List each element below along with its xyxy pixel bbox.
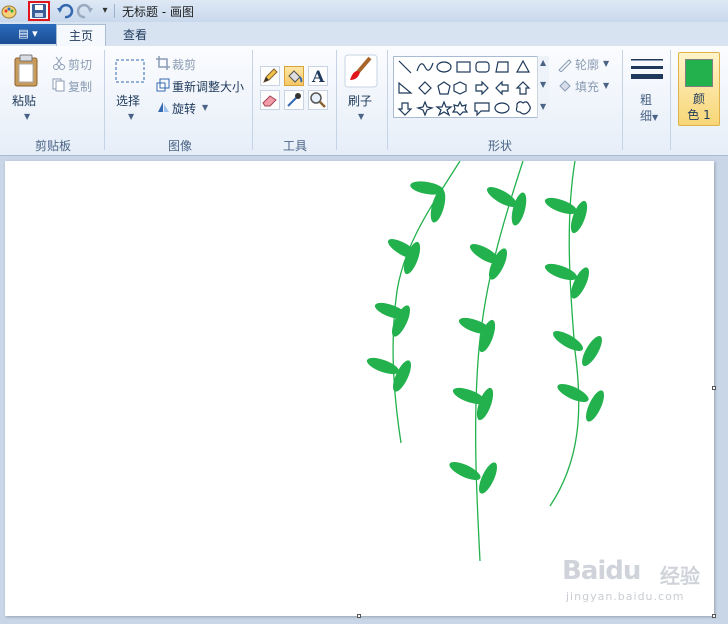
fill-dropdown-icon[interactable]: ▼ — [603, 81, 609, 90]
brush-label: 刷子 — [348, 94, 373, 108]
willow-drawing — [366, 160, 605, 562]
shapes-gallery-scrollbar[interactable]: ▲ ▼ ▼ — [537, 56, 549, 118]
willow-leaf — [557, 383, 589, 403]
group-separator — [622, 50, 623, 150]
ribbon: 粘贴 ▼ 剪切 复制 剪贴板 选择 ▼ 裁剪 重新调整大小 旋转 ▼ 图像 A … — [0, 46, 728, 156]
magnifier-tool-button[interactable] — [308, 90, 328, 110]
watermark-url: jingyan.baidu.com — [566, 590, 685, 603]
scissors-icon — [52, 56, 66, 73]
watermark-brand-cn: 经验 — [660, 564, 700, 588]
willow-leaf — [552, 331, 584, 351]
resize-handle-bottom[interactable] — [357, 614, 361, 618]
brush-icon — [344, 54, 378, 88]
crop-icon — [156, 56, 170, 73]
image-group-label: 图像 — [167, 139, 192, 153]
resize-icon — [156, 78, 170, 95]
drawing-canvas[interactable] — [5, 160, 714, 616]
fill-tool-button[interactable] — [284, 66, 304, 86]
rotate-icon — [156, 100, 170, 117]
shapes-group-label: 形状 — [487, 139, 512, 153]
rotate-button[interactable]: 旋转 — [172, 100, 196, 117]
group-separator — [670, 50, 671, 150]
pencil-icon — [263, 68, 278, 83]
group-separator — [387, 50, 388, 150]
svg-text:A: A — [311, 67, 325, 85]
eraser-tool-button[interactable] — [260, 90, 280, 110]
tab-home[interactable]: 主页 — [56, 24, 106, 46]
willow-leaf — [544, 263, 578, 281]
paste-label: 粘贴 — [12, 94, 37, 108]
line-width-icon — [631, 59, 663, 79]
group-separator — [336, 50, 337, 150]
select-dropdown-icon[interactable]: ▼ — [128, 112, 134, 121]
outline-icon — [557, 58, 573, 75]
pencil-tool-button[interactable] — [260, 66, 280, 86]
size-dropdown-icon[interactable]: ▼ — [652, 113, 658, 122]
text-a-icon: A — [311, 67, 325, 86]
brush-button[interactable] — [344, 54, 378, 91]
shapes-gallery[interactable] — [393, 56, 549, 118]
paste-dropdown-icon[interactable]: ▼ — [24, 112, 30, 121]
color1-label: 颜 色 1 — [687, 92, 711, 122]
text-tool-button[interactable]: A — [308, 66, 328, 86]
scroll-down-icon[interactable]: ▼ — [540, 80, 546, 89]
undo-button[interactable] — [56, 2, 74, 20]
color-picker-tool-button[interactable] — [284, 90, 304, 110]
willow-leaf — [544, 197, 578, 215]
cut-button[interactable]: 剪切 — [68, 56, 92, 73]
title-bar: ▾ 无标题 - 画图 — [0, 0, 728, 22]
copy-icon — [52, 78, 66, 95]
size-button[interactable] — [630, 56, 664, 87]
tab-view[interactable]: 查看 — [112, 24, 158, 46]
scroll-up-icon[interactable]: ▲ — [540, 58, 546, 67]
window-title: 无标题 - 画图 — [122, 5, 194, 19]
tools-group-label: 工具 — [282, 139, 307, 153]
select-label: 选择 — [116, 94, 141, 108]
resize-handle-right[interactable] — [712, 386, 716, 390]
baidu-watermark: Baidu 经验 jingyan.baidu.com — [562, 552, 722, 610]
ribbon-tab-strip: ▤ ▾ 主页 查看 — [0, 22, 728, 46]
save-button[interactable] — [28, 1, 50, 21]
willow-leaf — [582, 335, 602, 367]
gallery-expand-icon[interactable]: ▼ — [540, 102, 546, 111]
copy-button[interactable]: 复制 — [68, 78, 92, 95]
crop-button[interactable]: 裁剪 — [172, 56, 196, 73]
redo-button[interactable] — [76, 2, 94, 20]
clipboard-group-label: 剪贴板 — [34, 139, 71, 153]
shapes-icons — [397, 59, 531, 117]
clipboard-icon — [14, 54, 38, 87]
outline-button[interactable]: 轮廓 — [575, 56, 599, 73]
willow-leaf — [585, 390, 605, 422]
paint-app-icon[interactable] — [0, 2, 18, 20]
eraser-icon — [262, 95, 277, 107]
redo-icon — [76, 3, 93, 19]
willow-branch — [392, 160, 461, 444]
willow-leaf — [449, 461, 481, 481]
group-separator — [252, 50, 253, 150]
customize-quick-access-button[interactable]: ▾ — [96, 2, 114, 20]
paste-button[interactable] — [12, 54, 40, 91]
select-rectangle-icon — [115, 59, 145, 83]
app-menu-button[interactable]: ▤ ▾ — [0, 24, 56, 44]
outline-dropdown-icon[interactable]: ▼ — [603, 59, 609, 68]
resize-button[interactable]: 重新调整大小 — [172, 78, 244, 95]
paint-bucket-icon — [288, 70, 303, 83]
floppy-disk-icon — [32, 4, 46, 18]
watermark-brand: Baidu — [562, 556, 641, 586]
title-separator — [114, 4, 115, 18]
rotate-dropdown-icon[interactable]: ▼ — [202, 103, 208, 112]
select-button[interactable] — [114, 58, 146, 89]
fill-shape-icon — [557, 78, 573, 95]
brush-dropdown-icon[interactable]: ▼ — [358, 112, 364, 121]
undo-icon — [57, 3, 74, 19]
eyedropper-icon — [287, 93, 301, 107]
color1-button[interactable]: 颜 色 1 — [678, 52, 720, 126]
color1-swatch — [685, 59, 713, 87]
group-separator — [104, 50, 105, 150]
magnifier-icon — [310, 92, 326, 108]
willow-leaf — [366, 357, 400, 375]
fill-button[interactable]: 填充 — [575, 78, 599, 95]
resize-handle-corner[interactable] — [712, 614, 716, 618]
